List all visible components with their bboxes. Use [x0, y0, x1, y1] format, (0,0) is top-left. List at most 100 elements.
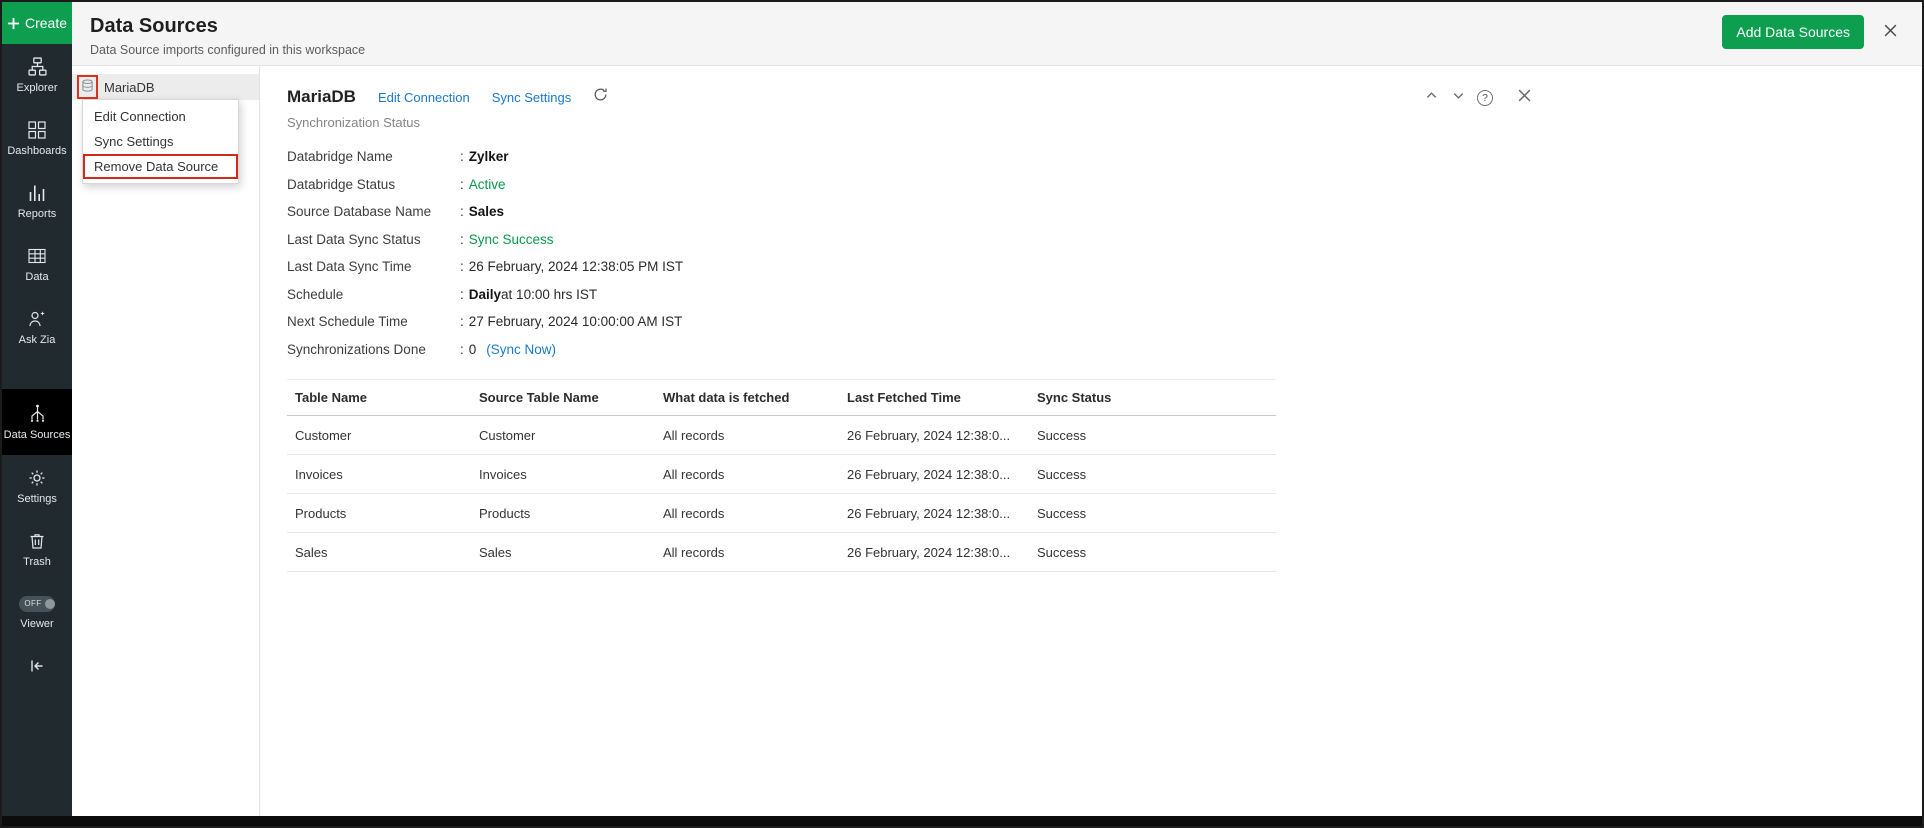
field-label: Last Data Sync Status — [287, 232, 460, 247]
sidebar-item-ask-zia[interactable]: Ask Zia — [2, 296, 72, 359]
table-cell: Success — [1029, 494, 1276, 533]
field-value-wrap: : Sync Success — [460, 232, 554, 247]
table-cell: Invoices — [471, 455, 655, 494]
table-cell: Sales — [471, 533, 655, 572]
table-cell: Customer — [287, 416, 471, 455]
detail-title: MariaDB — [287, 87, 356, 107]
menu-item-edit-connection[interactable]: Edit Connection — [83, 104, 238, 129]
refresh-button[interactable] — [593, 87, 608, 107]
field-value: Sync Success — [469, 232, 554, 247]
field-value-wrap: :Sales — [460, 204, 504, 219]
page-header: Data Sources Data Source imports configu… — [72, 2, 1922, 66]
table-row[interactable]: ProductsProductsAll records26 February, … — [287, 494, 1276, 533]
sidebar-item-dashboards[interactable]: Dashboards — [2, 107, 72, 170]
field-colon: : — [460, 287, 464, 302]
create-button-label: Create — [25, 15, 67, 31]
sync-table-head-row: Table NameSource Table NameWhat data is … — [287, 380, 1276, 416]
sync-field-row: Next Schedule Time :27 February, 2024 10… — [287, 308, 683, 336]
edit-connection-link[interactable]: Edit Connection — [378, 90, 470, 105]
column-header-sync-status: Sync Status — [1029, 380, 1276, 416]
field-value: Zylker — [469, 149, 509, 164]
help-icon: ? — [1477, 90, 1493, 106]
table-cell: Success — [1029, 455, 1276, 494]
field-value: at 10:00 hrs IST — [501, 287, 597, 302]
detail-toolbar: ? — [1422, 89, 1533, 107]
chevron-up-icon — [1425, 89, 1438, 107]
field-colon: : — [460, 232, 464, 247]
sidebar-item-reports[interactable]: Reports — [2, 170, 72, 233]
table-row[interactable]: SalesSalesAll records26 February, 2024 1… — [287, 533, 1276, 572]
annotation-box-source-icon — [77, 75, 98, 99]
sync-now-link[interactable]: (Sync Now) — [486, 342, 556, 357]
app-window: Create Explorer Dashboards Reports Data … — [0, 0, 1924, 828]
menu-item-sync-settings[interactable]: Sync Settings — [83, 129, 238, 154]
field-value-wrap: :0(Sync Now) — [460, 342, 556, 357]
field-value-wrap: :Active — [460, 177, 506, 192]
sidebar-item-label: Data Sources — [4, 429, 71, 441]
sync-field-row: Schedule :Daily at 10:00 hrs IST — [287, 281, 683, 309]
collapse-icon — [28, 657, 46, 676]
sidebar-item-label: Data — [25, 271, 48, 283]
viewer-off-toggle[interactable]: OFF — [19, 596, 55, 612]
field-colon: : — [460, 259, 464, 274]
menu-item-remove-data-source[interactable]: Remove Data Source — [83, 154, 238, 179]
add-data-sources-button[interactable]: Add Data Sources — [1722, 15, 1864, 49]
column-header-last-fetched-time: Last Fetched Time — [839, 380, 1029, 416]
table-cell: All records — [655, 494, 839, 533]
table-cell: All records — [655, 455, 839, 494]
next-source-button[interactable] — [1449, 89, 1467, 107]
field-value-wrap: :27 February, 2024 10:00:00 AM IST — [460, 314, 682, 329]
table-cell: Success — [1029, 416, 1276, 455]
sync-table-body: CustomerCustomerAll records26 February, … — [287, 416, 1276, 572]
sync-field-row: Last Data Sync Time :26 February, 2024 1… — [287, 253, 683, 281]
database-icon[interactable] — [81, 79, 94, 95]
sidebar-item-label: Trash — [23, 556, 51, 568]
source-list-item-mariadb[interactable]: MariaDB — [72, 74, 259, 100]
source-name: MariaDB — [104, 80, 155, 95]
sidebar-item-viewer[interactable]: OFF Viewer — [2, 581, 72, 644]
table-row[interactable]: CustomerCustomerAll records26 February, … — [287, 416, 1276, 455]
close-detail-button[interactable] — [1515, 89, 1533, 107]
table-cell: 26 February, 2024 12:38:0... — [839, 416, 1029, 455]
sync-settings-link[interactable]: Sync Settings — [492, 90, 572, 105]
ask-zia-icon — [28, 309, 47, 328]
sidebar-item-data-sources[interactable]: Data Sources — [2, 389, 72, 455]
sidebar-item-data[interactable]: Data — [2, 233, 72, 296]
sync-fields: Databridge Name :Zylker Databridge Statu… — [287, 143, 683, 363]
field-value-wrap: : Zylker — [460, 149, 509, 164]
table-cell: 26 February, 2024 12:38:0... — [839, 533, 1029, 572]
field-colon: : — [460, 314, 464, 329]
previous-source-button[interactable] — [1422, 89, 1440, 107]
collapse-sidebar-button[interactable] — [2, 644, 72, 688]
sidebar-item-explorer[interactable]: Explorer — [2, 44, 72, 107]
sync-field-row: Databridge Status :Active — [287, 171, 683, 199]
field-label: Last Data Sync Time — [287, 259, 460, 274]
column-header-what-data-is-fetched: What data is fetched — [655, 380, 839, 416]
sync-field-row: Synchronizations Done :0(Sync Now) — [287, 336, 683, 364]
table-cell: All records — [655, 533, 839, 572]
help-button[interactable]: ? — [1476, 89, 1494, 107]
table-cell: Sales — [287, 533, 471, 572]
window-bottom-border — [2, 816, 1922, 826]
field-value: 26 February, 2024 12:38:05 PM IST — [469, 259, 683, 274]
field-colon: : — [460, 149, 464, 164]
table-cell: Customer — [471, 416, 655, 455]
close-page-button[interactable] — [1878, 21, 1902, 45]
create-button[interactable]: Create — [2, 2, 72, 44]
page-title: Data Sources — [90, 15, 218, 38]
table-cell: Invoices — [287, 455, 471, 494]
field-colon: : — [460, 204, 464, 219]
field-value-wrap: :Daily at 10:00 hrs IST — [460, 287, 597, 302]
field-value: 27 February, 2024 10:00:00 AM IST — [469, 314, 683, 329]
settings-icon — [28, 468, 46, 487]
plus-icon — [7, 14, 20, 33]
sidebar-nav: Explorer Dashboards Reports Data Ask Zia… — [2, 44, 72, 644]
sidebar-item-settings[interactable]: Settings — [2, 455, 72, 518]
table-row[interactable]: InvoicesInvoicesAll records26 February, … — [287, 455, 1276, 494]
sidebar: Create Explorer Dashboards Reports Data … — [2, 2, 72, 816]
data-sources-icon — [28, 404, 47, 423]
sidebar-item-trash[interactable]: Trash — [2, 518, 72, 581]
field-label: Databridge Status — [287, 177, 460, 192]
field-value: Active — [469, 177, 506, 192]
reports-icon — [28, 183, 46, 202]
